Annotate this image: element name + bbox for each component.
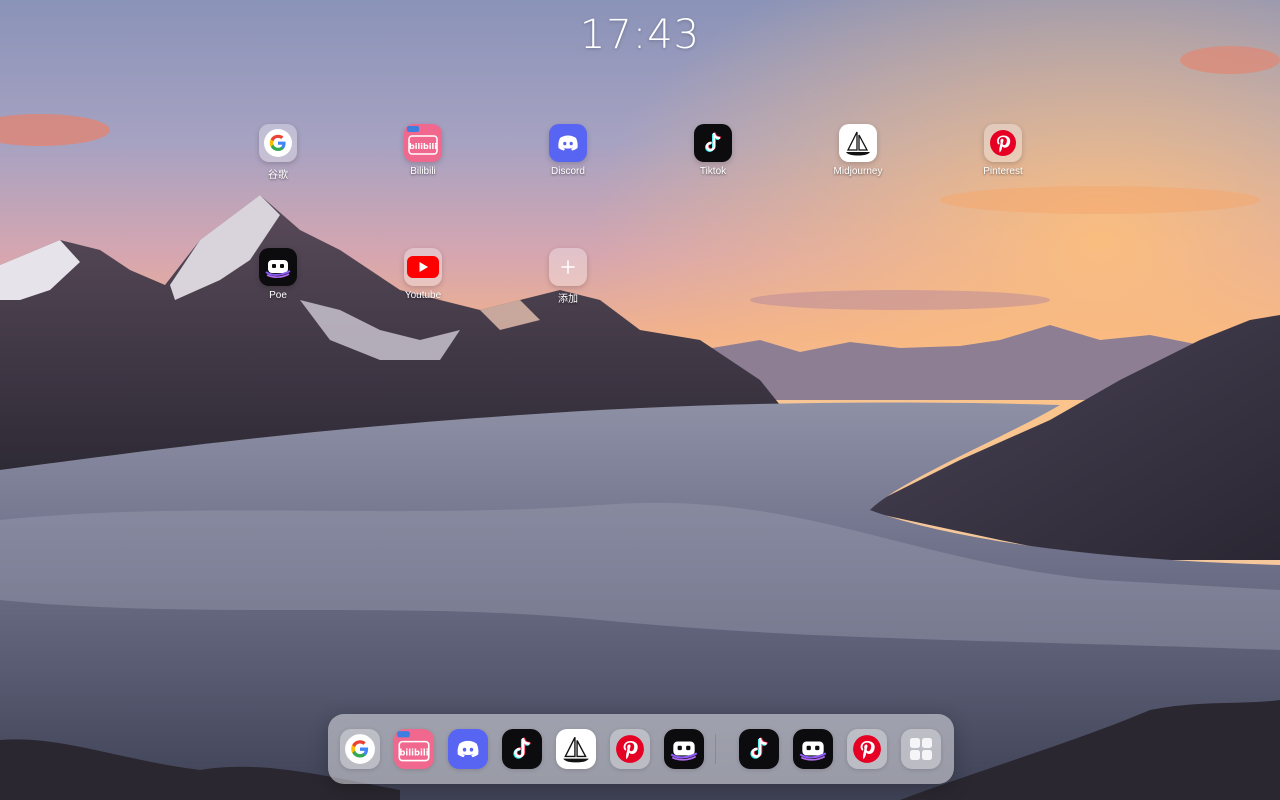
- app-google[interactable]: 谷歌: [228, 124, 328, 181]
- app-label: Youtube: [404, 290, 442, 301]
- poe-icon: [670, 741, 698, 761]
- wallpaper: [0, 0, 1280, 800]
- discord-icon: [549, 124, 587, 162]
- plus-icon: [549, 248, 587, 286]
- google-icon: [345, 734, 375, 764]
- app-label: Poe: [269, 290, 287, 301]
- app-grid-icon: [910, 738, 932, 760]
- pinterest-icon: [984, 124, 1022, 162]
- tiktok-icon: [750, 737, 768, 759]
- poe-icon: [799, 741, 827, 761]
- dock-google[interactable]: [340, 729, 380, 769]
- bilibili-badge-text: bilibili: [399, 747, 428, 757]
- dock-midjourney[interactable]: [556, 729, 596, 769]
- tiktok-icon: [694, 124, 732, 162]
- google-icon: [259, 124, 297, 162]
- dock-discord[interactable]: [448, 729, 488, 769]
- youtube-icon: [404, 248, 442, 286]
- app-midjourney[interactable]: Midjourney: [808, 124, 908, 177]
- app-discord[interactable]: Discord: [518, 124, 618, 177]
- app-poe[interactable]: Poe: [228, 248, 328, 301]
- app-label: 添加: [558, 294, 578, 305]
- app-label: Bilibili: [410, 166, 436, 177]
- app-youtube[interactable]: Youtube: [373, 248, 473, 301]
- app-label: Midjourney: [833, 166, 883, 177]
- app-tiktok[interactable]: Tiktok: [663, 124, 763, 177]
- all-apps-button[interactable]: [901, 729, 941, 769]
- dock: bilibili: [328, 714, 954, 784]
- midjourney-icon: [563, 736, 589, 763]
- poe-icon: [259, 248, 297, 286]
- dock-recent-poe[interactable]: [793, 729, 833, 769]
- app-label: Tiktok: [699, 166, 727, 177]
- bilibili-badge-text: bilibili: [409, 142, 437, 151]
- dock-bilibili[interactable]: bilibili: [394, 729, 434, 769]
- pinterest-icon: [853, 735, 881, 763]
- add-app-button[interactable]: 添加: [518, 248, 618, 305]
- dock-pinterest[interactable]: [610, 729, 650, 769]
- tiktok-icon: [513, 737, 531, 759]
- app-label: 谷歌: [268, 170, 288, 181]
- pinterest-icon: [616, 735, 644, 763]
- dock-recent-tiktok[interactable]: [739, 729, 779, 769]
- app-bilibili[interactable]: bilibili Bilibili: [373, 124, 473, 177]
- clock: 17:43: [579, 12, 701, 58]
- dock-tiktok[interactable]: [502, 729, 542, 769]
- bilibili-icon: bilibili: [404, 124, 442, 162]
- app-label: Discord: [551, 166, 585, 177]
- app-pinterest[interactable]: Pinterest: [953, 124, 1053, 177]
- discord-icon: [457, 740, 479, 758]
- dock-separator: [715, 734, 716, 764]
- bilibili-icon: bilibili: [394, 729, 434, 769]
- midjourney-icon: [839, 124, 877, 162]
- dock-poe[interactable]: [664, 729, 704, 769]
- app-label: Pinterest: [983, 166, 1023, 177]
- dock-recent-pinterest[interactable]: [847, 729, 887, 769]
